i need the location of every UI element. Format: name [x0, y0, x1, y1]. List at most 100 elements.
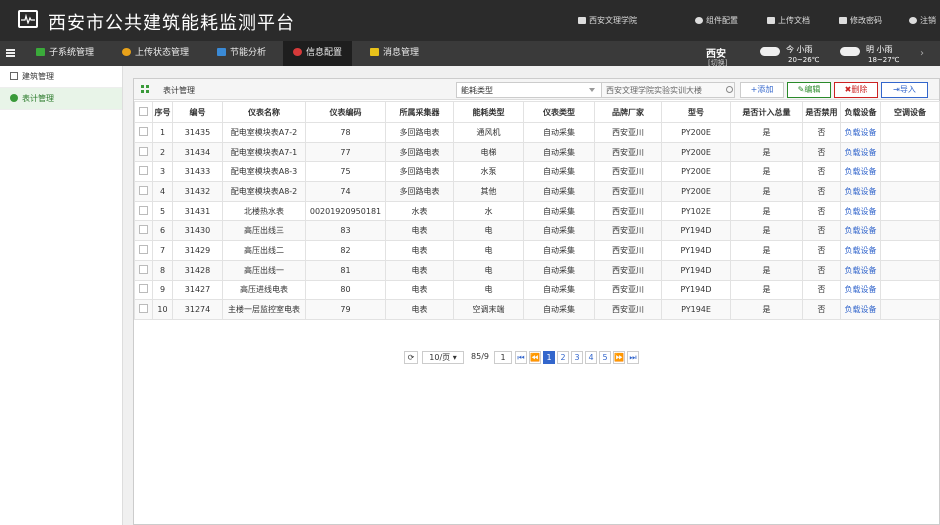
row-checkbox[interactable] — [134, 240, 153, 261]
sidebar-item-meter[interactable]: 表计管理 — [0, 88, 122, 110]
delete-button[interactable]: ✖删除 — [834, 82, 878, 98]
chevron-right-icon[interactable]: › — [920, 48, 924, 59]
row-checkbox[interactable] — [134, 259, 153, 281]
page-button[interactable]: 2 — [557, 351, 569, 364]
page-number-input[interactable]: 1 — [494, 351, 512, 364]
table-cell: 31432 — [172, 181, 223, 202]
building-search-input[interactable]: 西安文理学院实验实训大楼 — [601, 82, 735, 98]
select-all-checkbox[interactable] — [134, 101, 153, 123]
table-cell: PY194E — [661, 299, 731, 320]
table-cell: 31274 — [172, 299, 223, 320]
refresh-icon[interactable]: ⟳ — [404, 351, 418, 364]
import-button[interactable]: ⇥导入 — [881, 82, 928, 98]
row-checkbox[interactable] — [134, 220, 153, 242]
table-cell: 31428 — [172, 259, 223, 281]
row-checkbox[interactable] — [134, 200, 153, 222]
table-row[interactable]: 4 31432 配电室模块表A8-2 74 多回路电表 其他 自动采集 西安亚川 PY200E 是… — [134, 181, 940, 202]
table-cell: 水 — [453, 200, 524, 222]
table-cell: 配电室模块表A7-1 — [222, 141, 306, 163]
load-device-link[interactable]: 负载设备 — [840, 299, 881, 320]
row-checkbox[interactable] — [134, 122, 153, 143]
table-row[interactable]: 9 31427 高压进线电表 80 电表电自动采集 西安亚川 PY194D 是否负载设备 — [134, 279, 940, 301]
table-cell: 自动采集 — [523, 220, 595, 242]
edit-button[interactable]: ✎编辑 — [787, 82, 831, 98]
table-cell: 31434 — [172, 141, 223, 163]
table-cell: 自动采集 — [523, 240, 595, 261]
table-cell: 北楼热水表 — [222, 200, 306, 222]
key-icon — [839, 17, 847, 24]
sidebar-item-building[interactable]: 建筑管理 — [0, 66, 122, 88]
nav-subsystem[interactable]: 子系统管理 — [26, 41, 104, 66]
load-device-link[interactable]: 负载设备 — [840, 279, 881, 301]
table-cell: 是 — [730, 181, 803, 202]
component-config-link[interactable]: 组件配置 — [695, 15, 738, 26]
table-cell: 电表 — [385, 220, 454, 242]
chart-icon — [217, 48, 226, 56]
row-checkbox[interactable] — [134, 279, 153, 301]
nav-messages[interactable]: 消息管理 — [360, 41, 429, 66]
energy-type-select[interactable]: 能耗类型 — [456, 82, 602, 98]
row-checkbox[interactable] — [134, 141, 153, 163]
load-device-link[interactable]: 负载设备 — [840, 161, 881, 183]
menu-icon[interactable] — [6, 49, 15, 57]
row-checkbox[interactable] — [134, 161, 153, 183]
load-device-link[interactable]: 负载设备 — [840, 141, 881, 163]
table-row[interactable]: 5 31431 北楼热水表 00201920950181 水表水自动采集 西安亚川 PY10… — [134, 200, 940, 222]
table-cell — [880, 240, 940, 261]
table-row[interactable]: 2 31434 配电室模块表A7-1 77 多回路电表 电梯 自动采集 西安亚川 PY200E 是… — [134, 141, 940, 163]
load-device-link[interactable]: 负载设备 — [840, 220, 881, 242]
load-device-link[interactable]: 负载设备 — [840, 122, 881, 143]
table-cell: 配电室模块表A8-3 — [222, 161, 306, 183]
nav-info-config[interactable]: 信息配置 — [283, 41, 353, 66]
page-button[interactable]: 3 — [571, 351, 583, 364]
add-button[interactable]: +添加 — [740, 82, 784, 98]
sidebar: 建筑管理 表计管理 — [0, 66, 123, 525]
table-cell: 电 — [453, 220, 524, 242]
column-header: 编号 — [172, 101, 223, 123]
table-cell: PY200E — [661, 122, 731, 143]
load-device-link[interactable]: 负载设备 — [840, 259, 881, 281]
table-cell: 否 — [802, 299, 841, 320]
table-row[interactable]: 8 31428 高压出线一 81 电表电自动采集 西安亚川 PY194D 是否负载设备 — [134, 259, 940, 281]
table-row[interactable]: 6 31430 高压出线三 83 电表电自动采集 西安亚川 PY194D 是否负载设备 — [134, 220, 940, 242]
load-device-link[interactable]: 负载设备 — [840, 240, 881, 261]
load-device-link[interactable]: 负载设备 — [840, 200, 881, 222]
page-button[interactable]: 5 — [599, 351, 611, 364]
school-link[interactable]: 西安文理学院 — [578, 15, 637, 26]
nav-energy-analysis[interactable]: 节能分析 — [207, 41, 276, 66]
page-button[interactable]: 4 — [585, 351, 597, 364]
table-cell: 6 — [152, 220, 173, 242]
row-checkbox[interactable] — [134, 181, 153, 202]
table-cell — [880, 200, 940, 222]
table-row[interactable]: 10 31274 主楼一层监控室电表 79 电表 空调末端 自动采集 西安亚川 PY194E 是否… — [134, 299, 940, 320]
power-icon — [909, 17, 917, 24]
table-cell: 否 — [802, 200, 841, 222]
prev-page-icon[interactable]: ⏪ — [529, 351, 541, 364]
table-cell: 配电室模块表A7-2 — [222, 122, 306, 143]
table-row[interactable]: 7 31429 高压出线二 82 电表电自动采集 西安亚川 PY194D 是否负载设备 — [134, 240, 940, 261]
load-device-link[interactable]: 负载设备 — [840, 181, 881, 202]
first-page-icon[interactable]: ⏮ — [515, 351, 527, 364]
table-cell: 00201920950181 — [305, 200, 386, 222]
logout-link[interactable]: 注销 — [909, 15, 936, 26]
table-cell: 自动采集 — [523, 181, 595, 202]
page-button[interactable]: 1 — [543, 351, 555, 364]
last-page-icon[interactable]: ⏭ — [627, 351, 639, 364]
search-icon[interactable] — [726, 86, 733, 93]
table-header-row: 序号 编号 仪表名称 仪表编码 所属采集器 能耗类型 仪表类型 品牌厂家 型号 … — [134, 101, 940, 123]
table-cell: 75 — [305, 161, 386, 183]
page-size-select[interactable]: 10/页 ▾ — [422, 351, 464, 364]
upload-doc-link[interactable]: 上传文档 — [767, 15, 810, 26]
row-checkbox[interactable] — [134, 299, 153, 320]
next-page-icon[interactable]: ⏩ — [613, 351, 625, 364]
envelope-icon — [370, 48, 379, 56]
table-cell: PY200E — [661, 161, 731, 183]
table-row[interactable]: 1 31435 配电室模块表A7-2 78 多回路电表 通风机 自动采集 西安亚川 PY200E… — [134, 122, 940, 143]
table-cell: 31433 — [172, 161, 223, 183]
change-password-link[interactable]: 修改密码 — [839, 15, 882, 26]
table-row[interactable]: 3 31433 配电室模块表A8-3 75 多回路电表 水泵 自动采集 西安亚川 PY200E 是… — [134, 161, 940, 183]
nav-upload-status[interactable]: 上传状态管理 — [112, 41, 199, 66]
table-cell: 否 — [802, 240, 841, 261]
grid-icon — [141, 85, 149, 93]
column-header: 空调设备 — [880, 101, 940, 123]
